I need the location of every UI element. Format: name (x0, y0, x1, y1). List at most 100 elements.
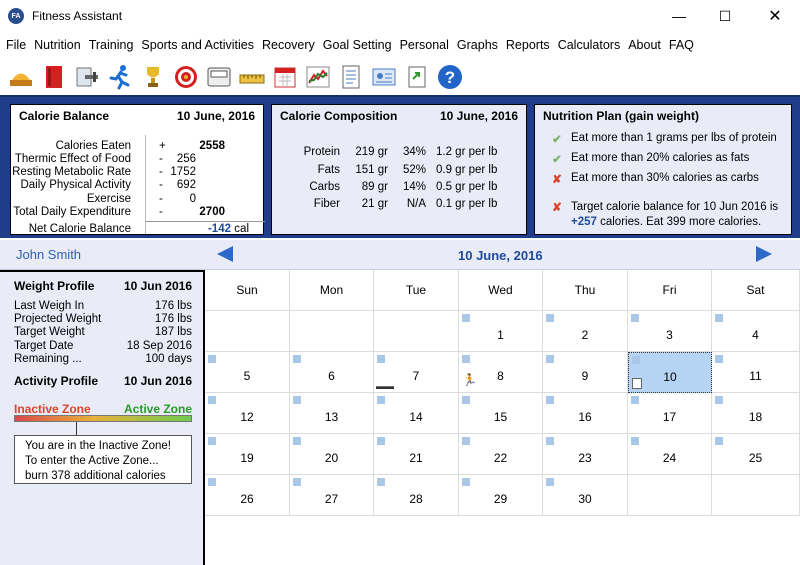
calendar-day-26[interactable]: 26 (205, 475, 290, 516)
calendar-day-23[interactable]: 23 (543, 434, 628, 475)
day-number: 24 (662, 451, 677, 465)
minimize-icon[interactable]: — (656, 0, 702, 32)
previous-day-arrow-icon[interactable] (217, 246, 233, 262)
day-number: 28 (409, 492, 423, 506)
day-marker-icon (377, 437, 385, 445)
day-number: 12 (240, 410, 254, 424)
calendar-day-1[interactable]: 1 (459, 311, 543, 352)
calendar-day-6[interactable]: 6 (290, 352, 374, 393)
menu-personal[interactable]: Personal (396, 38, 453, 52)
weight-row: Last Weigh In 176 lbs (14, 300, 192, 312)
calendar-day-16[interactable]: 16 (543, 393, 628, 434)
menu-nutrition[interactable]: Nutrition (30, 38, 85, 52)
calendar-empty-cell (712, 475, 800, 516)
calendar-day-19[interactable]: 19 (205, 434, 290, 475)
calendar-day-14[interactable]: 14 (374, 393, 459, 434)
day-marker-icon (208, 437, 216, 445)
calendar-day-21[interactable]: 21 (374, 434, 459, 475)
calendar-day-8[interactable]: 8 🏃 (459, 352, 543, 393)
day-number: 16 (578, 410, 592, 424)
calorie-composition-title: Calorie Composition (280, 109, 398, 123)
calendar-day-2[interactable]: 2 (543, 311, 628, 352)
trophy-icon[interactable] (136, 61, 169, 93)
calendar-day-10[interactable]: 10 (628, 352, 712, 393)
menu-faq[interactable]: FAQ (665, 38, 698, 52)
weight-row: Projected Weight 176 lbs (14, 313, 192, 325)
composition-row: Carbs 89 gr 14% 0.5 gr per lb (309, 181, 498, 193)
calendar-empty-cell (374, 311, 459, 352)
day-number: 26 (240, 492, 254, 506)
calendar-day-22[interactable]: 22 (459, 434, 543, 475)
target-icon[interactable] (169, 61, 202, 93)
day-marker-icon (293, 355, 301, 363)
food-icon[interactable] (4, 61, 37, 93)
note-icon[interactable] (632, 378, 642, 389)
day-number: 4 (752, 328, 759, 342)
menu-recovery[interactable]: Recovery (258, 38, 319, 52)
cross-icon: ✘ (552, 174, 562, 186)
next-day-arrow-icon[interactable] (756, 246, 772, 262)
composition-row: Fats 151 gr 52% 0.9 gr per lb (317, 164, 498, 176)
graph-icon[interactable] (301, 61, 334, 93)
document-icon[interactable] (334, 61, 367, 93)
menu-bar: File Nutrition Training Sports and Activ… (0, 35, 698, 55)
calendar-day-28[interactable]: 28 (374, 475, 459, 516)
menu-about[interactable]: About (624, 38, 665, 52)
day-number: 27 (324, 492, 339, 506)
calendar-day-27[interactable]: 27 (290, 475, 374, 516)
day-marker-icon (377, 478, 385, 486)
calorie-row: Daily Physical Activity -692 (20, 179, 196, 191)
running-icon[interactable] (103, 61, 136, 93)
svg-text:?: ? (444, 68, 454, 87)
calendar-day-7[interactable]: 7 ▬▬ (374, 352, 459, 393)
calendar-day-12[interactable]: 12 (205, 393, 290, 434)
day-marker-icon (293, 478, 301, 486)
calendar-day-15[interactable]: 15 (459, 393, 543, 434)
calendar-day-5[interactable]: 5 (205, 352, 290, 393)
calendar-day-11[interactable]: 11 (712, 352, 800, 393)
calendar-day-20[interactable]: 20 (290, 434, 374, 475)
calendar-day-18[interactable]: 18 (712, 393, 800, 434)
calendar-day-4[interactable]: 4 (712, 311, 800, 352)
app-logo-icon: FA (8, 8, 24, 24)
calendar-day-25[interactable]: 25 (712, 434, 800, 475)
composition-row: Fiber 21 gr N/A 0.1 gr per lb (313, 198, 498, 210)
menu-training[interactable]: Training (85, 38, 138, 52)
day-marker-icon (546, 396, 554, 404)
calendar-day-3[interactable]: 3 (628, 311, 712, 352)
calendar-day-24[interactable]: 24 (628, 434, 712, 475)
weekday-header-tue: Tue (374, 270, 459, 311)
user-name[interactable]: John Smith (16, 247, 81, 262)
menu-graphs[interactable]: Graphs (453, 38, 502, 52)
weights-activity-icon[interactable]: ▬▬ (376, 381, 394, 391)
close-icon[interactable]: ✕ (752, 0, 798, 32)
menu-file[interactable]: File (2, 38, 30, 52)
title-bar: FA Fitness Assistant — ☐ ✕ (0, 0, 800, 32)
calendar-day-17[interactable]: 17 (628, 393, 712, 434)
day-number: 1 (497, 328, 504, 342)
menu-reports[interactable]: Reports (502, 38, 554, 52)
calorie-row: Total Daily Expenditure -2700 (13, 206, 225, 218)
profile-card-icon[interactable] (367, 61, 400, 93)
recipe-book-icon[interactable] (37, 61, 70, 93)
toolbar: ? (0, 59, 800, 95)
calendar-day-9[interactable]: 9 (543, 352, 628, 393)
running-activity-icon[interactable]: 🏃 (462, 373, 477, 387)
net-calorie-balance: Net Calorie Balance -142 cal (28, 223, 249, 235)
ruler-icon[interactable] (235, 61, 268, 93)
day-marker-icon (462, 314, 470, 322)
help-icon[interactable]: ? (433, 61, 466, 93)
menu-calculators[interactable]: Calculators (554, 38, 625, 52)
calendar-day-29[interactable]: 29 (459, 475, 543, 516)
menu-goal-setting[interactable]: Goal Setting (319, 38, 396, 52)
maximize-icon[interactable]: ☐ (702, 0, 748, 32)
weights-icon[interactable] (70, 61, 103, 93)
calendar-day-13[interactable]: 13 (290, 393, 374, 434)
calendar-day-30[interactable]: 30 (543, 475, 628, 516)
menu-sports-and-activities[interactable]: Sports and Activities (137, 38, 258, 52)
calendar-icon[interactable] (268, 61, 301, 93)
export-icon[interactable] (400, 61, 433, 93)
weekday-header-sat: Sat (712, 270, 800, 311)
day-marker-icon (208, 396, 216, 404)
scale-icon[interactable] (202, 61, 235, 93)
